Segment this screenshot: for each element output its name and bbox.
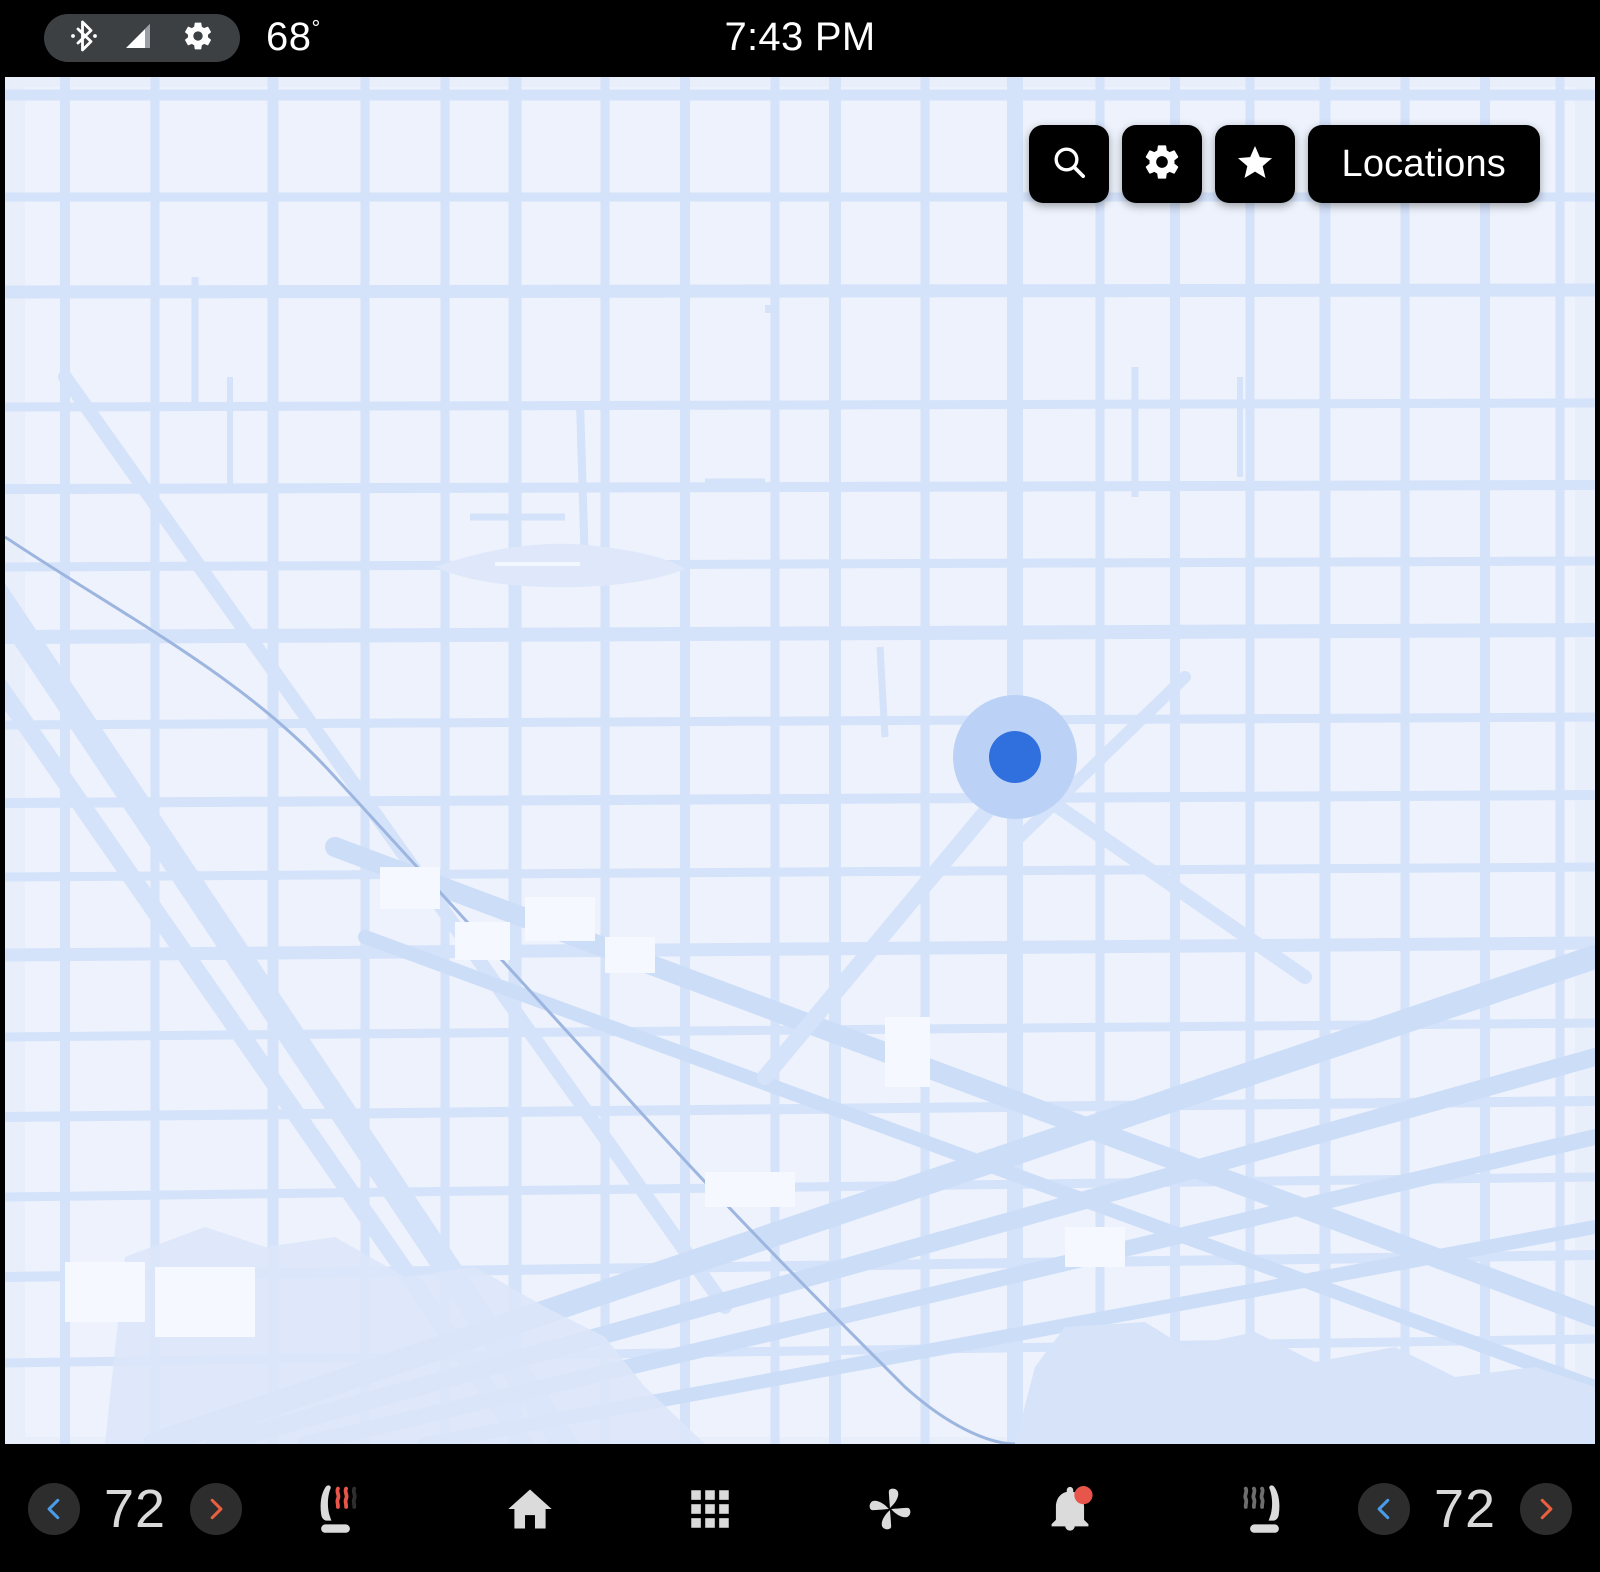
- current-location-marker: [953, 695, 1077, 819]
- notifications-button[interactable]: [1035, 1474, 1105, 1544]
- bottom-nav-bar: 72 72: [0, 1445, 1600, 1572]
- heated-seat-icon: [1243, 1484, 1280, 1533]
- fan-icon: [869, 1488, 911, 1529]
- passenger-temperature-value: 72: [1433, 1478, 1497, 1539]
- chevron-right-icon: [1540, 1498, 1553, 1519]
- star-icon: [1235, 142, 1275, 187]
- search-icon: [1049, 142, 1089, 187]
- passenger-temp-decrease-button[interactable]: [1358, 1482, 1410, 1535]
- passenger-temperature-control: 72: [1358, 1479, 1572, 1539]
- passenger-heated-seat-button[interactable]: [1230, 1474, 1300, 1544]
- apps-button[interactable]: [675, 1474, 745, 1544]
- favorites-button[interactable]: [1214, 125, 1295, 203]
- chevron-left-icon: [1377, 1498, 1390, 1519]
- map-view[interactable]: Locations: [5, 77, 1595, 1444]
- map-canvas: [5, 77, 1595, 1444]
- map-toolbar: Locations: [1028, 125, 1540, 203]
- bell-icon: [1051, 1485, 1093, 1531]
- location-dot: [989, 731, 1041, 783]
- search-button[interactable]: [1028, 125, 1109, 203]
- climate-button[interactable]: [855, 1474, 925, 1544]
- home-button[interactable]: [495, 1474, 565, 1544]
- clock: 7:43 PM: [724, 15, 876, 59]
- passenger-climate-cluster: 72: [1230, 1474, 1572, 1544]
- home-icon: [508, 1489, 552, 1528]
- passenger-temp-increase-button[interactable]: [1520, 1482, 1572, 1535]
- notification-badge: [1074, 1485, 1093, 1504]
- status-bar: 68° 7:43 PM: [0, 0, 1600, 75]
- infotainment-screen: 68° 7:43 PM Locations 72 72: [0, 0, 1600, 1572]
- apps-grid-icon: [691, 1489, 729, 1528]
- map-settings-button[interactable]: [1121, 125, 1202, 203]
- locations-button[interactable]: Locations: [1307, 125, 1540, 203]
- gear-icon: [1142, 142, 1182, 187]
